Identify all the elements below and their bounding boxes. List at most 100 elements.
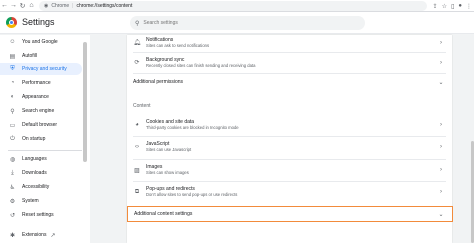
chrome-logo-icon <box>6 17 17 28</box>
row-divider <box>133 73 446 74</box>
section-heading-content: Content <box>133 103 151 109</box>
sidebar-item-label: Appearance <box>22 94 49 100</box>
sidebar-item-autofill[interactable]: ▤ Autofill <box>0 50 82 62</box>
search-box[interactable]: ⚲ <box>130 16 365 30</box>
wrench-icon: ⚙ <box>9 198 16 205</box>
puzzle-icon: ✱ <box>9 232 16 239</box>
chevron-right-icon: › <box>440 39 442 46</box>
reset-icon: ↺ <box>9 212 16 219</box>
palette-icon: ◐ <box>10 94 15 100</box>
accessibility-icon: ♿ <box>9 184 16 191</box>
setting-row-popups[interactable]: ⧉ Pop-ups and redirects Don't allow site… <box>127 184 452 200</box>
browser-icon: ▭ <box>9 122 16 129</box>
setting-row-javascript[interactable]: ‹› JavaScript Sites can use Javascript › <box>127 139 452 155</box>
setting-title: Additional permissions <box>133 79 184 85</box>
bookmark-star-icon[interactable]: ☆ <box>442 3 447 10</box>
back-icon[interactable]: ← <box>0 0 9 12</box>
setting-row-background-sync[interactable]: ⟳ Background sync Recently closed sites … <box>127 55 452 70</box>
sidebar-item-label: Default browser <box>22 122 58 128</box>
row-divider <box>133 52 446 53</box>
row-divider <box>133 181 446 182</box>
code-icon: ‹› <box>135 144 139 150</box>
address-bar[interactable]: ◉ Chrome | chrome://settings/content <box>39 1 427 11</box>
sidebar-item-on-startup[interactable]: ⏻ On startup <box>0 133 82 145</box>
setting-title: Additional content settings <box>134 211 193 217</box>
bell-icon: 🔔︎ <box>133 40 141 46</box>
chevron-right-icon: › <box>440 122 442 128</box>
globe-icon: ◍ <box>9 156 16 163</box>
setting-subtitle: Sites can use Javascript <box>146 147 192 152</box>
sidebar-item-you-and-google[interactable]: ☺ You and Google <box>0 36 82 48</box>
settings-sidebar: ☺ You and Google ▤ Autofill ⛨ Privacy an… <box>0 35 90 243</box>
setting-subtitle: Recently closed sites can finish sending… <box>146 62 256 68</box>
sidebar-item-downloads[interactable]: ⤓ Downloads <box>0 167 82 179</box>
menu-icon[interactable]: ⋮ <box>466 3 472 10</box>
settings-content: 🔔︎ Notifications Sites can ask to send n… <box>90 35 474 243</box>
external-link-icon: ↗ <box>50 232 56 239</box>
sidebar-scrollbar[interactable] <box>83 42 87 162</box>
setting-row-cookies[interactable]: ◕ Cookies and site data Third-party cook… <box>127 117 452 133</box>
sidebar-item-search-engine[interactable]: ⚲ Search engine <box>0 105 82 117</box>
sidebar-item-label: Accessibility <box>22 184 50 190</box>
sidebar-item-label: Search engine <box>22 108 55 114</box>
sidebar-item-label: Performance <box>22 80 51 86</box>
shield-icon: ⛨ <box>10 65 15 72</box>
setting-subtitle: Third-party cookies are blocked in Incog… <box>146 125 239 130</box>
browser-toolbar: ← → ↻ ⌂ ◉ Chrome | chrome://settings/con… <box>0 0 474 12</box>
search-icon: ⚲ <box>135 20 140 27</box>
download-icon: ⤓ <box>11 169 14 176</box>
cookie-icon: ◕ <box>135 122 139 128</box>
search-icon: ⚲ <box>10 108 15 115</box>
sidebar-item-label: System <box>22 198 39 204</box>
reload-icon[interactable]: ↻ <box>18 0 27 12</box>
search-input[interactable] <box>143 20 344 26</box>
sidepanel-icon[interactable]: ▯ <box>451 3 454 10</box>
setting-row-images[interactable]: ▨ Images Sites can show images › <box>127 162 452 178</box>
page-title: Settings <box>22 17 55 27</box>
sidebar-item-label: You and Google <box>22 39 58 45</box>
chevron-right-icon: › <box>440 189 442 195</box>
site-info-icon[interactable]: ◉ <box>44 3 48 9</box>
chevron-right-icon: › <box>440 144 442 150</box>
power-icon: ⏻ <box>10 135 15 142</box>
sidebar-item-default-browser[interactable]: ▭ Default browser <box>0 119 82 131</box>
sidebar-item-accessibility[interactable]: ♿ Accessibility <box>0 181 82 193</box>
profile-icon[interactable]: ● <box>458 3 462 9</box>
home-icon[interactable]: ⌂ <box>27 0 36 12</box>
additional-permissions-row[interactable]: Additional permissions ⌄ <box>127 75 452 89</box>
sidebar-item-label: Reset settings <box>22 212 54 218</box>
sync-icon: ⟳ <box>134 60 140 66</box>
chevron-down-icon: ⌄ <box>438 211 444 218</box>
speedometer-icon: ◔ <box>10 80 15 86</box>
sidebar-item-reset-settings[interactable]: ↺ Reset settings <box>0 209 82 221</box>
sidebar-item-languages[interactable]: ◍ Languages <box>0 153 82 165</box>
sidebar-item-privacy-and-security[interactable]: ⛨ Privacy and security <box>0 63 82 75</box>
additional-content-settings-row[interactable]: Additional content settings ⌄ <box>127 206 453 222</box>
setting-subtitle: Sites can show images <box>146 170 189 175</box>
sidebar-divider <box>8 150 82 151</box>
sidebar-item-label: Extensions <box>22 232 47 238</box>
sidebar-item-label: On startup <box>22 136 46 142</box>
share-icon[interactable]: ⇪ <box>433 3 438 10</box>
forward-icon[interactable]: → <box>9 0 18 12</box>
image-icon: ▨ <box>134 167 140 174</box>
sidebar-item-appearance[interactable]: ◐ Appearance <box>0 91 82 103</box>
chevron-down-icon: ⌄ <box>438 79 444 86</box>
sidebar-item-label: Languages <box>22 156 47 162</box>
sidebar-item-label: Downloads <box>22 170 47 176</box>
person-icon: ☺ <box>9 39 16 45</box>
setting-subtitle: Sites can ask to send notifications <box>146 42 210 48</box>
row-divider <box>133 136 446 137</box>
url-separator: | <box>72 3 74 9</box>
sidebar-item-system[interactable]: ⚙ System <box>0 195 82 207</box>
setting-subtitle: Don't allow sites to send pop-ups or use… <box>146 192 238 197</box>
popup-icon: ⧉ <box>134 188 140 195</box>
sidebar-item-label: Autofill <box>22 53 38 59</box>
sidebar-item-performance[interactable]: ◔ Performance <box>0 77 82 89</box>
chevron-right-icon: › <box>440 59 442 66</box>
url-scheme-label: Chrome <box>51 3 70 9</box>
url-text: chrome://settings/content <box>76 3 133 9</box>
setting-row-notifications[interactable]: 🔔︎ Notifications Sites can ask to send n… <box>127 35 452 50</box>
sidebar-item-extensions[interactable]: ✱ Extensions ↗ <box>0 229 82 241</box>
row-divider <box>133 159 446 160</box>
